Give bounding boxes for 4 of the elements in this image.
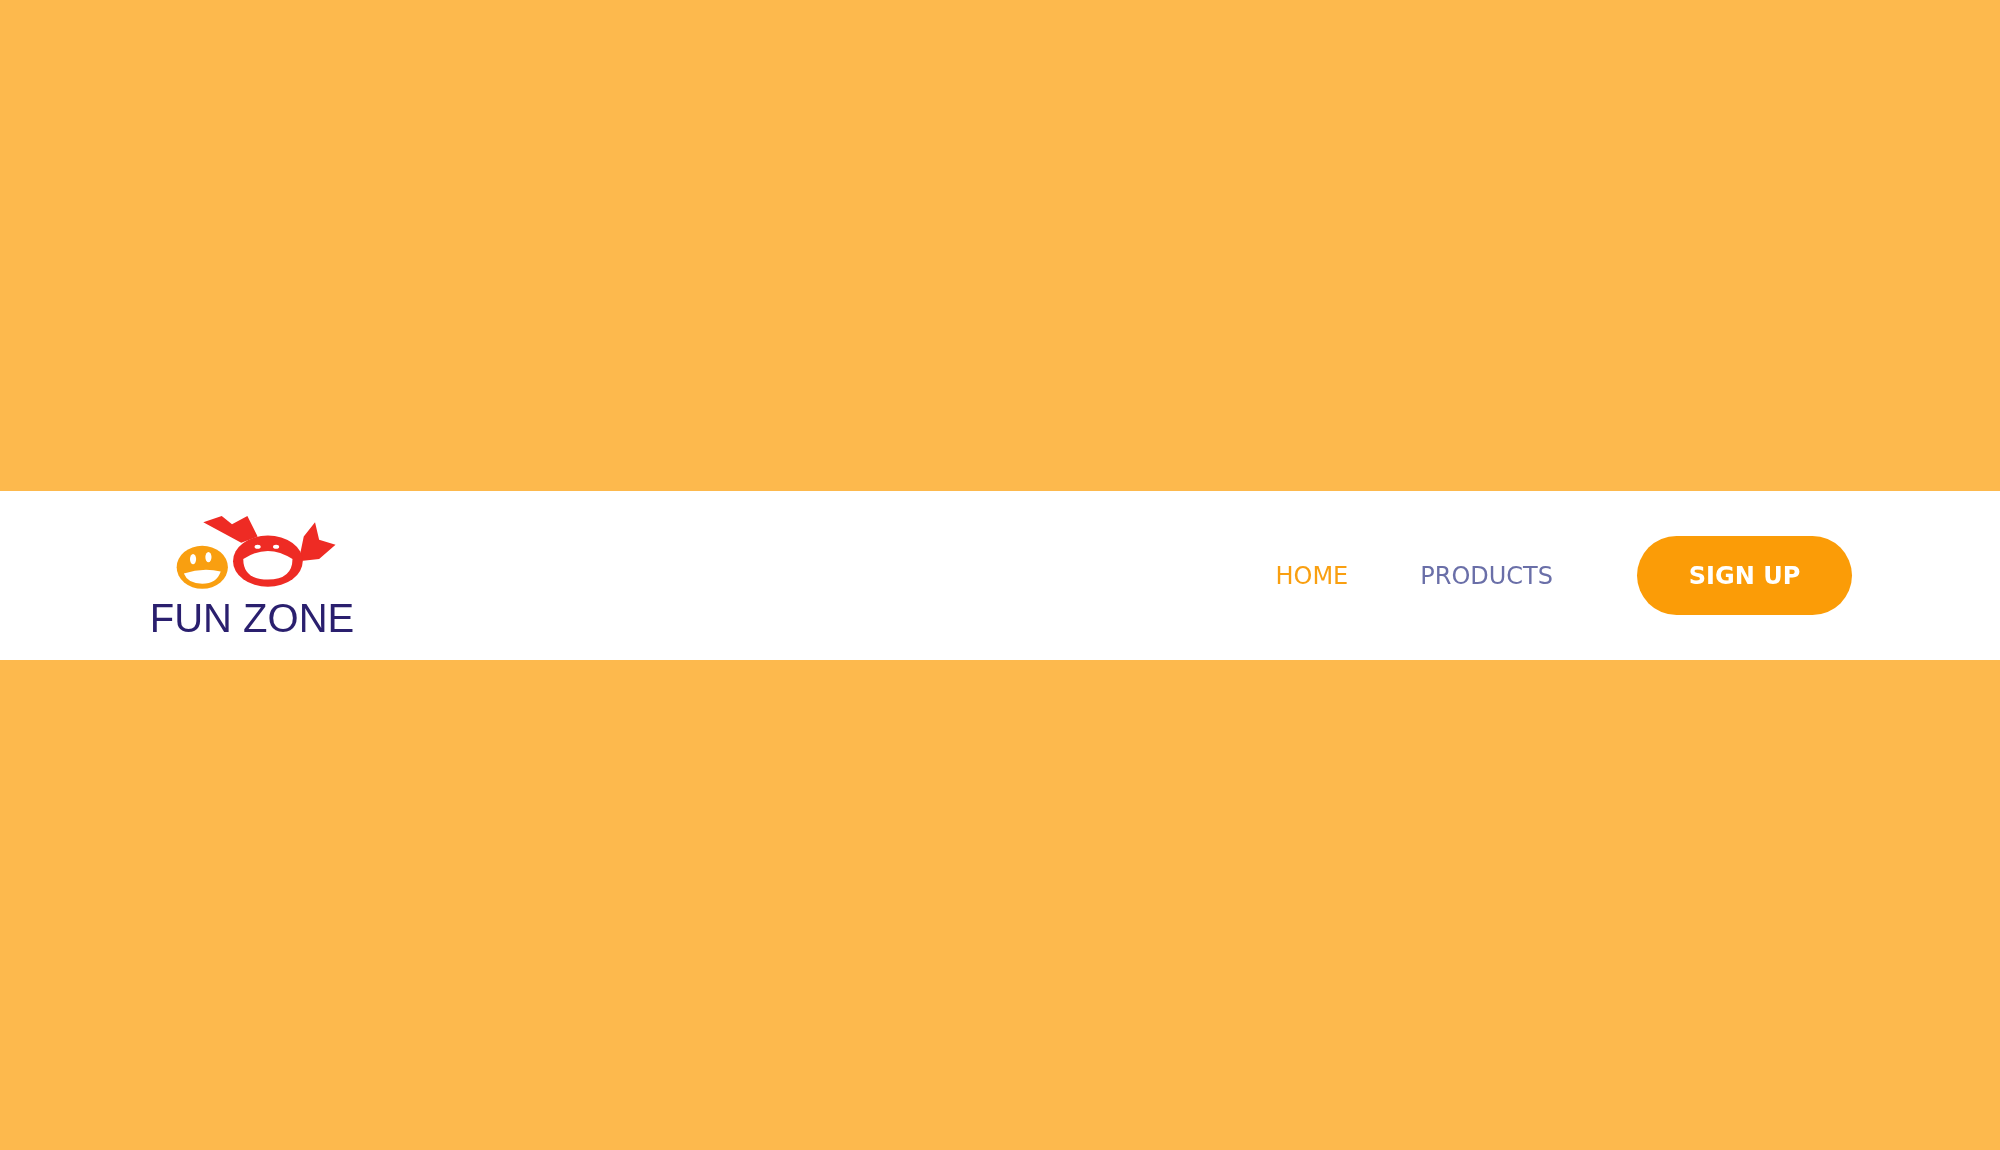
nav-link[interactable]: HOME <box>1275 561 1349 590</box>
sign-up-button[interactable]: SIGN UP <box>1637 536 1852 615</box>
logo-text: FUN ZONE <box>149 597 355 638</box>
nav-link[interactable]: PRODUCTS <box>1420 561 1553 590</box>
